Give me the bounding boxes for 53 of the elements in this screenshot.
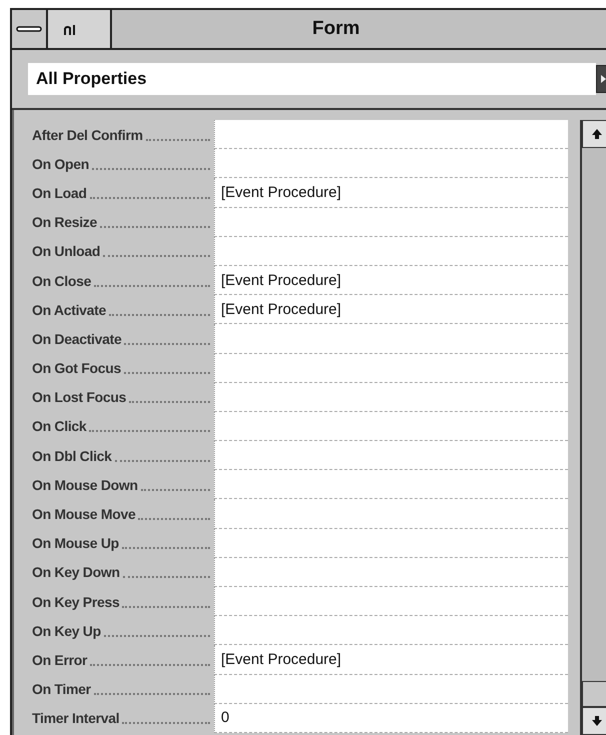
property-value-field[interactable]: [Event Procedure]	[214, 266, 568, 296]
property-label: Timer Interval	[32, 710, 120, 726]
property-label: On Activate	[32, 302, 106, 318]
property-value-field[interactable]	[214, 528, 568, 558]
scroll-thumb[interactable]	[582, 681, 606, 707]
property-value-field[interactable]	[214, 354, 568, 383]
property-filter-dropdown[interactable]: All Properties	[28, 63, 596, 95]
property-label: On Timer	[32, 681, 91, 698]
property-label: On Open	[32, 156, 90, 172]
scroll-up-button[interactable]	[582, 120, 606, 148]
property-label: On Key Press	[32, 594, 120, 610]
property-label: On Dbl Click	[32, 448, 112, 464]
down-arrow-icon	[591, 715, 603, 727]
property-value-field[interactable]	[214, 558, 568, 587]
vertical-scrollbar[interactable]	[580, 120, 606, 735]
property-value-field[interactable]	[214, 382, 568, 412]
property-value-field[interactable]	[214, 236, 568, 266]
property-label: On Key Down	[32, 564, 120, 580]
property-value-field[interactable]	[214, 587, 568, 616]
property-label: On Unload	[32, 243, 100, 260]
up-arrow-icon	[591, 128, 603, 140]
property-value-field[interactable]	[214, 616, 568, 646]
control-menu-button[interactable]	[12, 10, 48, 48]
property-value-field[interactable]	[214, 149, 568, 178]
property-value-field[interactable]: [Event Procedure]	[214, 178, 568, 208]
property-label: On Error	[32, 652, 88, 668]
property-value-field[interactable]	[214, 120, 568, 150]
property-label: On Resize	[32, 214, 97, 230]
property-value-field[interactable]	[214, 470, 568, 500]
property-value-field[interactable]	[214, 324, 568, 354]
property-label: On Load	[32, 184, 87, 201]
scroll-down-button[interactable]	[582, 707, 606, 735]
property-label: On Lost Focus	[32, 389, 126, 406]
property-value-field[interactable]	[214, 208, 568, 237]
property-label: On Mouse Down	[32, 476, 138, 493]
property-label: On Got Focus	[32, 360, 121, 376]
property-value-field[interactable]: [Event Procedure]	[214, 645, 568, 675]
property-value-field[interactable]: [Event Procedure]	[214, 295, 568, 324]
toolbar-button[interactable]	[48, 10, 112, 48]
property-label: After Del Confirm	[32, 126, 143, 143]
property-label: On Click	[32, 418, 86, 434]
property-label: On Key Up	[32, 622, 101, 639]
window-title: Form	[311, 17, 361, 41]
dash-icon	[16, 24, 42, 34]
property-value-field[interactable]	[214, 412, 568, 442]
property-value-field[interactable]: 0	[214, 704, 568, 733]
property-value-field[interactable]	[214, 441, 568, 470]
property-label: On Deactivate	[32, 330, 122, 347]
property-label: On Mouse Move	[32, 506, 136, 522]
property-label: On Mouse Up	[32, 535, 119, 552]
property-label: On Close	[32, 272, 92, 289]
property-value-field[interactable]	[214, 674, 568, 704]
property-value-field[interactable]	[214, 499, 568, 529]
